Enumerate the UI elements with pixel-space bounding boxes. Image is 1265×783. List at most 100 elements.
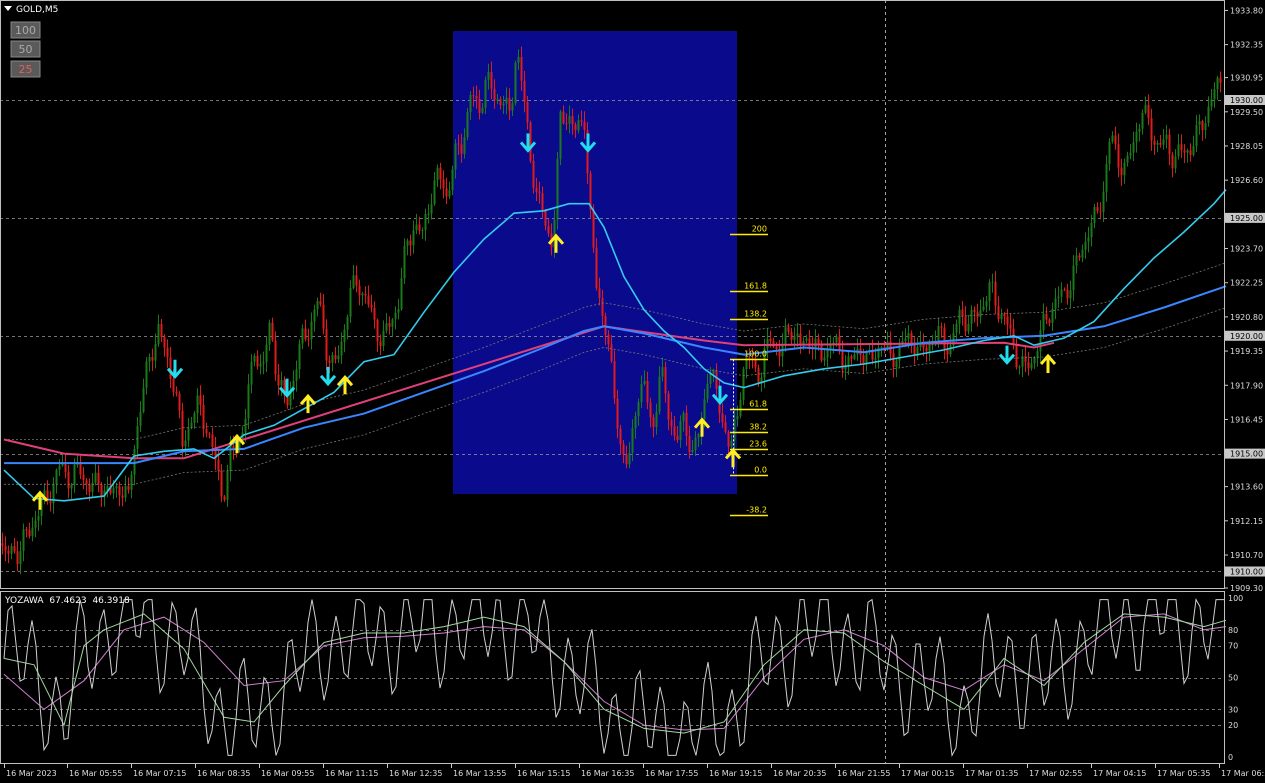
candle-body: [961, 309, 964, 317]
candle-body: [1060, 289, 1063, 297]
zoom-button-50[interactable]: 50: [10, 40, 41, 58]
candle-body: [1213, 89, 1216, 100]
zoom-button-100[interactable]: 100: [10, 21, 41, 39]
price-tick-label: 1922.25: [1230, 279, 1263, 288]
candle-body: [82, 474, 85, 481]
candle-body: [79, 464, 82, 475]
candle-body: [799, 333, 802, 345]
candle-body: [1024, 356, 1027, 362]
candle-body: [481, 107, 484, 113]
time-tick-label: 16 Mar 21:55: [837, 769, 890, 778]
candle-body: [265, 344, 268, 363]
candle-body: [457, 143, 460, 145]
candle-body: [991, 281, 994, 283]
oscillator-tick-label: 100: [1228, 594, 1243, 603]
oscillator-tick-label: 30: [1228, 705, 1238, 714]
candle-body: [559, 111, 562, 159]
svg-text:100: 100: [15, 24, 36, 37]
price-level-badge-label: 1925.00: [1230, 214, 1263, 223]
fib-level-label: 100.0: [744, 350, 767, 359]
candle-body: [793, 335, 796, 340]
candle-body: [1129, 152, 1132, 156]
candle-body: [187, 427, 190, 441]
price-level-badge-label: 1920.00: [1230, 332, 1263, 341]
candle-body: [34, 520, 37, 528]
candle-body: [397, 309, 400, 313]
candle-body: [925, 347, 928, 352]
candle-body: [508, 97, 511, 111]
candle-body: [259, 363, 262, 367]
candle-body: [7, 550, 10, 554]
candle-body: [28, 530, 31, 537]
candle-body: [124, 486, 127, 498]
candle-body: [607, 334, 610, 345]
candle-body: [643, 380, 646, 384]
candle-body: [76, 464, 79, 466]
candle-body: [583, 121, 586, 130]
time-tick-label: 17 Mar 06:55: [1221, 769, 1265, 778]
candle-body: [145, 361, 148, 388]
candle-body: [391, 319, 394, 327]
price-chart: 200161.8138.2100.061.838.223.60.0-38.2 1…: [0, 0, 1265, 779]
candle-body: [307, 339, 310, 341]
candle-body: [1210, 99, 1213, 107]
candle-body: [268, 322, 271, 345]
candle-body: [709, 373, 712, 384]
candle-body: [175, 391, 178, 394]
candle-body: [205, 429, 208, 434]
candle-body: [538, 191, 541, 194]
candle-body: [502, 103, 505, 106]
candle-body: [1153, 140, 1156, 145]
candle-body: [448, 190, 451, 197]
candle-body: [115, 486, 118, 489]
candle-body: [649, 402, 652, 418]
candle-body: [541, 193, 544, 211]
candle-body: [1150, 118, 1153, 141]
candle-body: [847, 356, 850, 365]
candle-body: [313, 309, 316, 322]
candle-body: [574, 124, 577, 131]
candle-body: [442, 179, 445, 189]
candle-body: [988, 282, 991, 302]
candle-body: [892, 353, 895, 368]
candle-body: [337, 355, 340, 360]
candle-body: [547, 225, 550, 234]
candle-body: [169, 357, 172, 379]
svg-text:50: 50: [19, 43, 33, 56]
candle-body: [727, 431, 730, 447]
candle-body: [1189, 150, 1192, 156]
candle-body: [535, 188, 538, 192]
candle-body: [571, 116, 574, 125]
zoom-button-25[interactable]: 25: [10, 60, 41, 78]
candle-body: [142, 387, 145, 412]
time-tick-label: 16 Mar 17:55: [645, 769, 698, 778]
symbol-title: GOLD,M5: [16, 5, 58, 15]
candle-body: [640, 383, 643, 403]
candle-body: [601, 297, 604, 317]
candle-body: [637, 402, 640, 417]
candle-body: [100, 484, 103, 497]
candle-body: [997, 305, 1000, 320]
candle-body: [226, 471, 229, 500]
candle-body: [994, 281, 997, 306]
candle-body: [691, 450, 694, 453]
candle-body: [13, 545, 16, 552]
candle-body: [70, 484, 73, 489]
candle-body: [424, 213, 427, 231]
candle-body: [577, 120, 580, 131]
candle-body: [472, 95, 475, 97]
time-tick-label: 17 Mar 01:35: [965, 769, 1018, 778]
candle-body: [499, 99, 502, 106]
time-tick-label: 17 Mar 02:55: [1029, 769, 1082, 778]
candle-body: [1207, 106, 1210, 124]
candle-body: [721, 413, 724, 423]
candle-body: [298, 343, 301, 370]
candle-body: [85, 480, 88, 485]
candle-body: [976, 312, 979, 317]
candle-body: [55, 469, 58, 484]
oscillator-name: YOZAWA: [4, 596, 44, 606]
candle-body: [202, 404, 205, 430]
candle-body: [172, 378, 175, 392]
candle-body: [250, 361, 253, 385]
candle-body: [664, 367, 667, 394]
